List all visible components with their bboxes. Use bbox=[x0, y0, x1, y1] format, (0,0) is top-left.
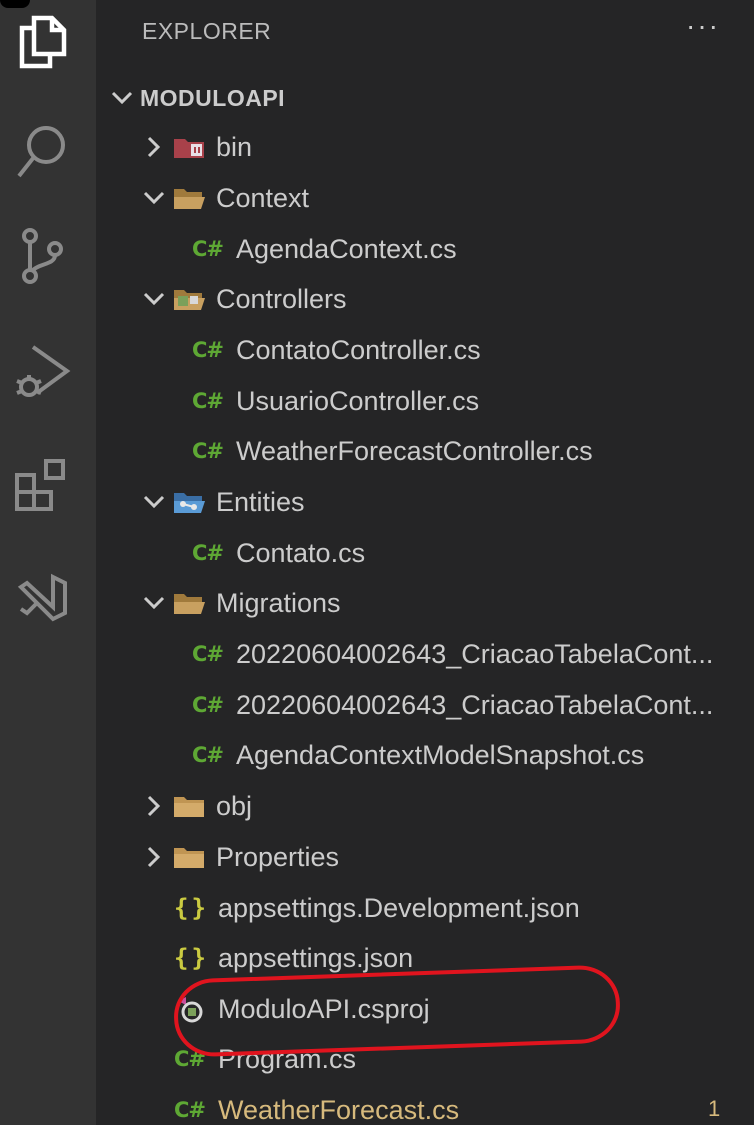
activity-bar bbox=[0, 0, 96, 1125]
tree-item-appsettings[interactable]: {} appsettings.json bbox=[174, 933, 413, 983]
csharp-icon: C# bbox=[192, 237, 224, 261]
controllers-folder-icon bbox=[172, 281, 216, 317]
csharp-icon: C# bbox=[192, 743, 224, 767]
tree-item-label: Program.cs bbox=[218, 1043, 357, 1074]
files-icon[interactable] bbox=[12, 12, 72, 72]
tree-item-label: bin bbox=[216, 131, 253, 162]
chevron-down-icon bbox=[136, 484, 172, 520]
csharp-icon: C# bbox=[174, 1098, 206, 1122]
chevron-right-icon bbox=[136, 129, 172, 165]
tree-item-label: Controllers bbox=[216, 283, 347, 314]
chevron-down-icon bbox=[104, 91, 140, 105]
tree-item-agendacontext[interactable]: C# AgendaContext.cs bbox=[192, 224, 457, 274]
folder-open-icon bbox=[172, 180, 216, 216]
tree-item-weatherforecast[interactable]: C# WeatherForecast.cs bbox=[174, 1085, 459, 1125]
csharp-icon: C# bbox=[192, 642, 224, 666]
tree-item-label: Entities bbox=[216, 486, 305, 517]
more-actions-button[interactable]: ··· bbox=[686, 10, 720, 42]
explorer-panel: EXPLORER ··· MODULOAPI bin Context C# Ag… bbox=[96, 0, 754, 1125]
tree-item-label: 20220604002643_CriacaoTabelaCont... bbox=[236, 689, 714, 720]
tree-item-bin[interactable]: bin bbox=[136, 122, 252, 172]
tree-item-label: WeatherForecastController.cs bbox=[236, 435, 593, 466]
chevron-down-icon bbox=[136, 281, 172, 317]
json-icon: {} bbox=[174, 944, 209, 972]
chevron-down-icon bbox=[136, 585, 172, 621]
csharp-icon: C# bbox=[192, 693, 224, 717]
tree-item-label: Migrations bbox=[216, 587, 341, 618]
vscode-window: EXPLORER ··· MODULOAPI bin Context C# Ag… bbox=[0, 0, 754, 1125]
tree-item-migration-1[interactable]: C# 20220604002643_CriacaoTabelaCont... bbox=[192, 629, 713, 679]
folder-open-icon bbox=[172, 585, 216, 621]
csharp-icon: C# bbox=[192, 439, 224, 463]
tree-item-label: Properties bbox=[216, 841, 340, 872]
tree-item-label: ModuloAPI.csproj bbox=[218, 993, 430, 1024]
workspace-root-label: MODULOAPI bbox=[140, 84, 286, 111]
explorer-title: EXPLORER bbox=[142, 18, 272, 44]
tree-item-label: ContatoController.cs bbox=[236, 334, 481, 365]
tree-item-entities[interactable]: Entities bbox=[136, 477, 305, 527]
tree-item-weatherforecastcontroller[interactable]: C# WeatherForecastController.cs bbox=[192, 426, 593, 476]
tree-item-appsettings-development[interactable]: {} appsettings.Development.json bbox=[174, 883, 580, 933]
tree-item-usuariocontroller[interactable]: C# UsuarioController.cs bbox=[192, 376, 479, 426]
tree-item-label: AgendaContext.cs bbox=[236, 233, 457, 264]
tree-item-label: Contato.cs bbox=[236, 537, 366, 568]
tree-item-label: UsuarioController.cs bbox=[236, 385, 480, 416]
json-icon: {} bbox=[174, 894, 209, 922]
source-control-icon[interactable] bbox=[12, 226, 72, 286]
chevron-down-icon bbox=[136, 180, 172, 216]
tree-item-program[interactable]: C# Program.cs bbox=[174, 1034, 356, 1084]
workspace-root[interactable]: MODULOAPI bbox=[104, 76, 285, 120]
tree-item-controllers[interactable]: Controllers bbox=[136, 274, 347, 324]
tree-item-properties[interactable]: Properties bbox=[136, 832, 339, 882]
folder-icon bbox=[172, 788, 216, 824]
tree-item-label: appsettings.Development.json bbox=[218, 892, 580, 923]
csharp-icon: C# bbox=[174, 1047, 206, 1071]
search-icon[interactable] bbox=[12, 122, 72, 182]
tree-item-label: 20220604002643_CriacaoTabelaCont... bbox=[236, 638, 714, 669]
tree-item-contatocontroller[interactable]: C# ContatoController.cs bbox=[192, 325, 481, 375]
tree-item-migration-2[interactable]: C# 20220604002643_CriacaoTabelaCont... bbox=[192, 680, 713, 730]
tree-item-migrations[interactable]: Migrations bbox=[136, 578, 341, 628]
entities-folder-icon bbox=[172, 484, 216, 520]
tree-item-context[interactable]: Context bbox=[136, 173, 309, 223]
tree-item-label: AgendaContextModelSnapshot.cs bbox=[236, 739, 645, 770]
tree-item-snapshot[interactable]: C# AgendaContextModelSnapshot.cs bbox=[192, 730, 644, 780]
tree-item-label: obj bbox=[216, 790, 253, 821]
window-corner bbox=[0, 0, 30, 8]
chevron-right-icon bbox=[136, 839, 172, 875]
folder-icon bbox=[172, 839, 216, 875]
tree-item-label: Context bbox=[216, 182, 310, 213]
csproj-icon bbox=[174, 991, 218, 1027]
csharp-icon: C# bbox=[192, 541, 224, 565]
problems-count-badge: 1 bbox=[708, 1096, 721, 1121]
chevron-right-icon bbox=[136, 788, 172, 824]
tree-item-label: WeatherForecast.cs bbox=[218, 1094, 460, 1125]
bin-folder-icon bbox=[172, 129, 216, 165]
tree-item-label: appsettings.json bbox=[218, 942, 414, 973]
visual-studio-icon[interactable] bbox=[12, 568, 72, 628]
csharp-icon: C# bbox=[192, 389, 224, 413]
tree-item-obj[interactable]: obj bbox=[136, 781, 252, 831]
extensions-icon[interactable] bbox=[12, 456, 72, 516]
run-debug-icon[interactable] bbox=[12, 342, 72, 402]
csharp-icon: C# bbox=[192, 338, 224, 362]
tree-item-csproj[interactable]: ModuloAPI.csproj bbox=[174, 984, 430, 1034]
tree-item-contato[interactable]: C# Contato.cs bbox=[192, 528, 365, 578]
